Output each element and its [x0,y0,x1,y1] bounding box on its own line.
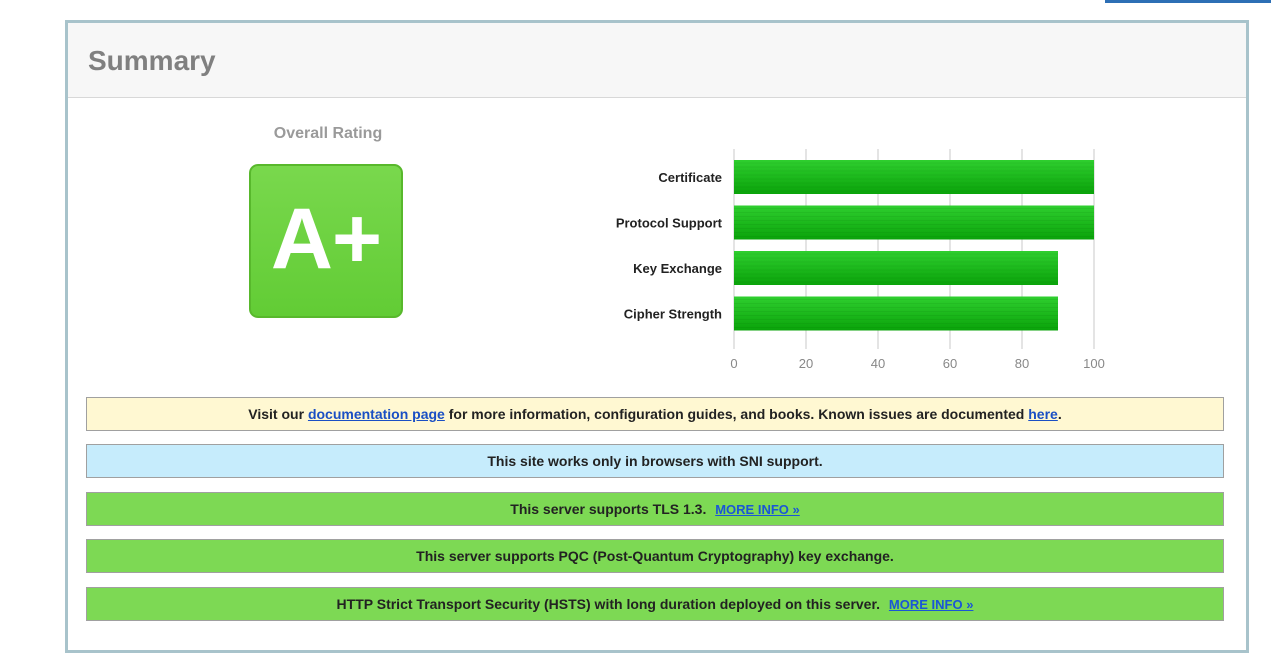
x-tick-label-20: 20 [799,356,813,371]
top-accent-line [1105,0,1271,3]
bar-key-exchange [734,251,1058,285]
category-label-protocol-support: Protocol Support [616,216,723,231]
documentation-notice-middle: for more information, configuration guid… [444,406,1029,422]
tls13-notice: This server supports TLS 1.3. MORE INFO … [86,492,1224,526]
hsts-more-info-link[interactable]: MORE INFO » [889,597,974,612]
x-tick-label-60: 60 [943,356,957,371]
sni-notice-text: This site works only in browsers with SN… [487,453,823,469]
documentation-notice: Visit our documentation page for more in… [86,397,1224,431]
grade-text: A+ [270,191,382,287]
bar-cipher-strength [734,296,1058,331]
documentation-notice-suffix: . [1057,406,1062,422]
tls13-more-info-link[interactable]: MORE INFO » [715,502,800,517]
pqc-notice-text: This server supports PQC (Post-Quantum C… [416,548,894,564]
bar-certificate [734,160,1094,194]
category-label-certificate: Certificate [658,170,722,185]
bar-protocol-support [734,205,1094,240]
category-label-key-exchange: Key Exchange [633,261,722,276]
hsts-notice-text: HTTP Strict Transport Security (HSTS) wi… [336,596,881,612]
tls13-notice-text: This server supports TLS 1.3. [510,501,707,517]
documentation-notice-prefix: Visit our [248,406,308,422]
rating-bar-chart: 0 20 40 60 80 100 Certificate Protocol Support K… [616,149,1105,371]
documentation-page-link[interactable]: documentation page [308,406,445,422]
hsts-notice: HTTP Strict Transport Security (HSTS) wi… [86,587,1224,621]
summary-title: Summary [88,45,216,76]
sni-notice: This site works only in browsers with SN… [86,444,1224,478]
grade-badge: A+ [249,164,403,318]
x-tick-label-0: 0 [730,356,737,371]
pqc-notice: This server supports PQC (Post-Quantum C… [86,539,1224,573]
summary-header: Summary [68,23,1246,98]
overall-rating-label: Overall Rating [273,125,383,142]
x-tick-label-100: 100 [1083,356,1105,371]
x-tick-label-40: 40 [871,356,885,371]
summary-panel: Summary Overall Rating A+ 0 20 40 60 80 100 Ce… [65,20,1249,653]
known-issues-link[interactable]: here [1028,406,1058,422]
x-tick-label-80: 80 [1015,356,1029,371]
category-label-cipher-strength: Cipher Strength [624,307,722,322]
